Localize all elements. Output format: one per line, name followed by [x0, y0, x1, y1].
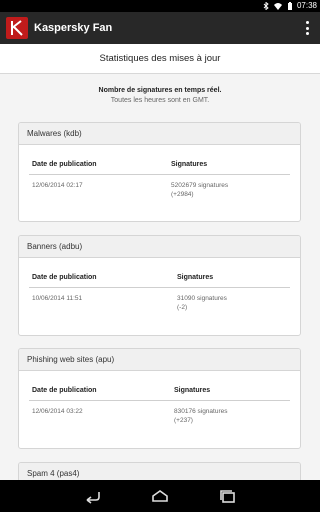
battery-icon	[288, 2, 292, 10]
home-icon[interactable]	[150, 488, 170, 504]
card-phishing: Phishing web sites (apu) Date de publica…	[18, 348, 301, 449]
row-date: 10/06/2014 11:51	[32, 295, 83, 302]
signature-delta: (+237)	[174, 417, 193, 424]
header-signatures: Signatures	[171, 161, 208, 168]
row-date: 12/06/2014 03:22	[32, 408, 83, 415]
intro-text: Nombre de signatures en temps réel. Tout…	[0, 86, 320, 106]
row-signatures: 5202679 signatures (+2984)	[171, 181, 228, 199]
overflow-menu-icon[interactable]	[304, 21, 310, 35]
table-header: Date de publication Signatures	[29, 268, 290, 288]
table-row: 12/06/2014 03:22 830176 signatures (+237…	[29, 401, 290, 431]
signature-delta: (+2984)	[171, 191, 194, 198]
intro-note: Toutes les heures sont en GMT.	[110, 97, 210, 104]
header-signatures: Signatures	[177, 274, 214, 281]
signature-count: 830176 signatures	[174, 408, 228, 415]
row-signatures: 830176 signatures (+237)	[174, 407, 228, 425]
kaspersky-logo-icon[interactable]	[6, 17, 28, 39]
table-row: 12/06/2014 02:17 5202679 signatures (+29…	[29, 175, 290, 205]
wifi-icon	[274, 3, 282, 10]
navigation-bar	[0, 480, 320, 512]
header-date: Date de publication	[32, 161, 97, 168]
card-title: Phishing web sites (apu)	[19, 349, 300, 371]
table-header: Date de publication Signatures	[29, 381, 290, 401]
header-date: Date de publication	[32, 274, 97, 281]
action-bar: Kaspersky Fan	[0, 12, 320, 44]
intro-bold: Nombre de signatures en temps réel.	[98, 87, 222, 94]
bluetooth-icon	[263, 2, 269, 10]
card-banners: Banners (adbu) Date de publication Signa…	[18, 235, 301, 336]
card-title: Malwares (kdb)	[19, 123, 300, 145]
signature-delta: (-2)	[177, 304, 188, 311]
recent-apps-icon[interactable]	[218, 488, 238, 504]
status-time: 07:38	[296, 1, 317, 10]
back-icon[interactable]	[83, 488, 103, 504]
table-row: 10/06/2014 11:51 31090 signatures (-2)	[29, 288, 290, 318]
card-malwares: Malwares (kdb) Date de publication Signa…	[18, 122, 301, 222]
signature-count: 31090 signatures	[177, 295, 227, 302]
status-bar: 07:38	[0, 0, 320, 12]
row-date: 12/06/2014 02:17	[32, 182, 83, 189]
app-title: Kaspersky Fan	[34, 22, 113, 34]
header-date: Date de publication	[32, 387, 97, 394]
table-header: Date de publication Signatures	[29, 155, 290, 175]
signature-count: 5202679 signatures	[171, 182, 229, 189]
page-title: Statistiques des mises à jour	[0, 44, 320, 74]
header-signatures: Signatures	[174, 387, 211, 394]
row-signatures: 31090 signatures (-2)	[177, 294, 227, 312]
card-title: Banners (adbu)	[19, 236, 300, 258]
